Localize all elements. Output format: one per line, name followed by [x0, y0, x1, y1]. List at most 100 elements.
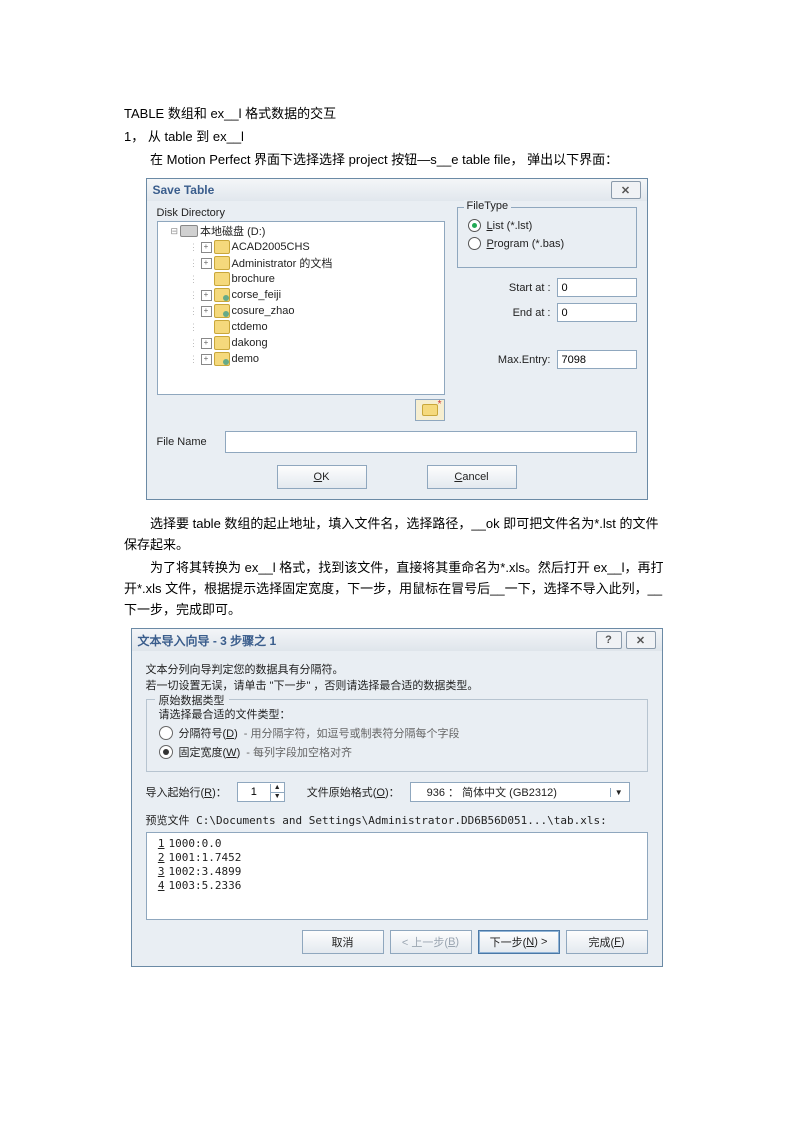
preview-box[interactable]: 1 1000:0.021001:1.745231002:3.48994 1003:5… [146, 832, 648, 920]
back-button: < 上一步(B) [390, 930, 472, 954]
max-entry-row: Max.Entry: [457, 350, 637, 369]
opt2-desc: - 每列字段加空格对齐 [246, 744, 352, 760]
chevron-down-icon: ▼ [610, 788, 627, 797]
spinner-down-icon[interactable]: ▼ [271, 793, 284, 801]
folder-icon [214, 336, 230, 350]
folder-icon [214, 304, 230, 318]
p2-a: 选择要 table 数组的起止地址，填入文件名，选择路径，__ok 即可把文件名… [124, 514, 669, 556]
end-at-input[interactable] [557, 303, 637, 322]
start-at-input[interactable] [557, 278, 637, 297]
tree-node-label: ctdemo [232, 321, 268, 333]
tree-node[interactable]: ⋮ ctdemo [159, 319, 443, 335]
tree-node[interactable]: ⋮+corse_feiji [159, 287, 443, 303]
folder-icon [214, 240, 230, 254]
tree-node[interactable]: ⊟本地磁盘 (D:) [159, 223, 443, 239]
tree-node-label: corse_feiji [232, 289, 282, 301]
p1: 在 Motion Perfect 界面下选择选择 project 按钮—s__e… [124, 150, 669, 171]
dialog2-titlebar: 文本导入向导 - 3 步骤之 1 ? ✕ [132, 629, 662, 651]
dialog2-title: 文本导入向导 - 3 步骤之 1 [138, 632, 277, 649]
radio-icon [159, 726, 173, 740]
tree-node-label: demo [232, 353, 260, 365]
filename-row: File Name [157, 431, 637, 453]
radio-icon [468, 237, 481, 250]
delimited-option[interactable]: 分隔符号(D) - 用分隔字符，如逗号或制表符分隔每个字段 [159, 725, 635, 741]
disk-directory-label: Disk Directory [157, 207, 445, 219]
tree-node-label: ACAD2005CHS [232, 241, 310, 253]
fixed-width-option[interactable]: 固定宽度(W) - 每列字段加空格对齐 [159, 744, 635, 760]
file-origin-combo[interactable]: 936 ： 简体中文 (GB2312) ▼ [410, 782, 630, 802]
folder-icon [214, 256, 230, 270]
max-entry-input[interactable] [557, 350, 637, 369]
expand-icon[interactable]: + [201, 242, 212, 253]
tree-node-label: Administrator 的文档 [232, 255, 333, 271]
tree-node[interactable]: ⋮ brochure [159, 271, 443, 287]
tree-node[interactable]: ⋮+dakong [159, 335, 443, 351]
tree-node-label: cosure_zhao [232, 305, 295, 317]
radio-icon [468, 219, 481, 232]
filename-input[interactable] [225, 431, 637, 453]
preview-label: 预览文件 C:\Documents and Settings\Administr… [146, 812, 648, 828]
end-at-label: End at : [491, 307, 551, 319]
opt1-desc: - 用分隔字符，如逗号或制表符分隔每个字段 [244, 725, 460, 741]
line-text: 1000:0.0 [169, 837, 222, 851]
start-row-spinner[interactable]: ▲▼ [237, 782, 285, 802]
expand-icon[interactable]: + [201, 258, 212, 269]
tree-node-label: dakong [232, 337, 268, 349]
end-at-row: End at : [457, 303, 637, 322]
new-folder-icon [422, 404, 438, 416]
save-table-dialog: Save Table ✕ Disk Directory ⊟本地磁盘 (D:)⋮+… [146, 178, 648, 500]
group-subtitle: 请选择最合适的文件类型： [159, 706, 635, 722]
preview-line: 1 1000:0.0 [147, 837, 647, 851]
start-at-row: Start at : [457, 278, 637, 297]
dialog-titlebar: Save Table ✕ [147, 179, 647, 201]
expand-icon[interactable]: + [201, 338, 212, 349]
line-number: 1 [147, 837, 165, 851]
next-button[interactable]: 下一步(N) > [478, 930, 560, 954]
sec1: 1， 从 table 到 ex__l [124, 127, 669, 148]
line-text: 1003:5.2336 [169, 879, 242, 893]
cancel-button[interactable]: Cancel [427, 465, 517, 489]
expand-icon[interactable]: + [201, 306, 212, 317]
new-folder-button[interactable] [415, 399, 445, 421]
spinner-up-icon[interactable]: ▲ [271, 784, 284, 793]
max-entry-label: Max.Entry: [487, 354, 551, 366]
tree-node[interactable]: ⋮+ACAD2005CHS [159, 239, 443, 255]
tree-node[interactable]: ⋮+demo [159, 351, 443, 367]
filetype-group: FileType List (*.lst) Program (*.bas) [457, 207, 637, 268]
original-data-type-group: 原始数据类型 请选择最合适的文件类型： 分隔符号(D) - 用分隔字符，如逗号或… [146, 699, 648, 772]
wizard-line1: 文本分列向导判定您的数据具有分隔符。 [146, 661, 648, 677]
folder-icon [214, 352, 230, 366]
group-legend: 原始数据类型 [155, 692, 229, 708]
filetype-list-option[interactable]: List (*.lst) [468, 219, 626, 232]
folder-icon [214, 288, 230, 302]
close-icon[interactable]: ✕ [611, 181, 641, 199]
directory-tree[interactable]: ⊟本地磁盘 (D:)⋮+ACAD2005CHS⋮+Administrator 的… [157, 221, 445, 395]
doc-title: TABLE 数组和 ex__l 格式数据的交互 [124, 104, 669, 125]
help-icon[interactable]: ? [596, 631, 622, 649]
line-number: 4 [147, 879, 165, 893]
folder-icon [214, 320, 230, 334]
close-icon[interactable]: ✕ [626, 631, 656, 649]
p3: 为了将其转换为 ex__l 格式，找到该文件，直接将其重命名为*.xls。然后打… [124, 558, 669, 620]
start-at-label: Start at : [491, 282, 551, 294]
tree-node[interactable]: ⋮+cosure_zhao [159, 303, 443, 319]
expand-icon[interactable]: + [201, 354, 212, 365]
start-row-input[interactable] [238, 785, 270, 799]
line-number: 3 [147, 865, 165, 879]
drive-icon [180, 225, 198, 237]
line-text: 1001:1.7452 [169, 851, 242, 865]
collapse-icon: ⊟ [171, 226, 179, 237]
radio-icon [159, 745, 173, 759]
finish-button[interactable]: 完成(F) [566, 930, 648, 954]
wizard-line2: 若一切设置无误，请单击 "下一步" ，否则请选择最合适的数据类型。 [146, 677, 648, 693]
ok-button[interactable]: OK [277, 465, 367, 489]
preview-line: 4 1003:5.2336 [147, 879, 647, 893]
expand-icon[interactable]: + [201, 290, 212, 301]
preview-line: 31002:3.4899 [147, 865, 647, 879]
preview-line: 21001:1.7452 [147, 851, 647, 865]
tree-node[interactable]: ⋮+Administrator 的文档 [159, 255, 443, 271]
filetype-program-option[interactable]: Program (*.bas) [468, 237, 626, 250]
folder-icon [214, 272, 230, 286]
dialog-title: Save Table [153, 183, 215, 197]
cancel-button[interactable]: 取消 [302, 930, 384, 954]
